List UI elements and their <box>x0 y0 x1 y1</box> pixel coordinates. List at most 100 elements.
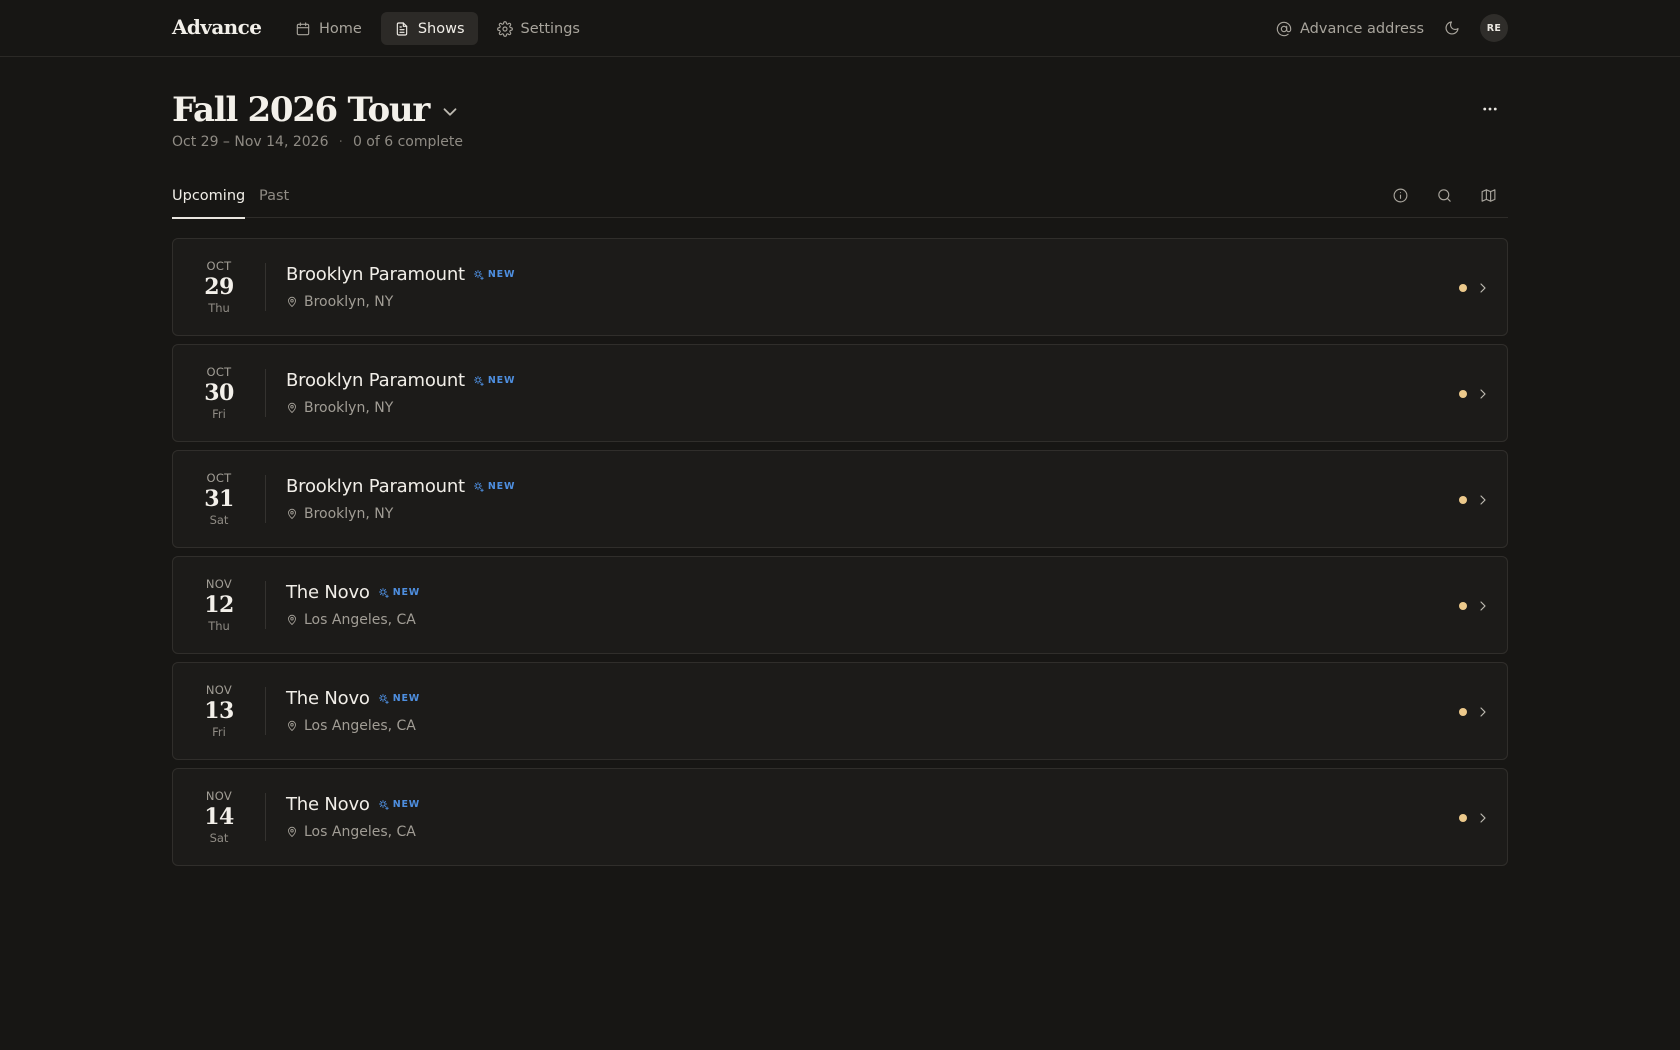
show-month: OCT <box>206 259 232 273</box>
main-nav: Home Shows Settings <box>282 12 593 45</box>
tour-progress: 0 of 6 complete <box>352 134 464 150</box>
show-day: 13 <box>204 698 234 724</box>
new-badge-label: NEW <box>487 481 516 492</box>
divider <box>265 687 266 735</box>
top-bar: Advance Home Shows Settings Advance addr… <box>0 0 1680 57</box>
new-badge: NEW <box>378 587 420 599</box>
nav-item-label: Home <box>319 20 362 37</box>
theme-toggle-button[interactable] <box>1440 16 1464 40</box>
chevron-right-icon <box>1475 598 1491 614</box>
venue-row: Brooklyn Paramount NEW <box>286 476 515 497</box>
venue-location: Brooklyn, NY <box>286 400 393 416</box>
new-badge-label: NEW <box>392 587 421 598</box>
tab-upcoming[interactable]: Upcoming <box>172 188 246 219</box>
show-weekday: Thu <box>208 619 230 633</box>
location-label: Los Angeles, CA <box>304 612 416 628</box>
status-dot <box>1459 284 1467 292</box>
divider <box>265 793 266 841</box>
map-icon <box>1480 187 1500 204</box>
divider <box>265 369 266 417</box>
show-card[interactable]: OCT 29 Thu Brooklyn Paramount NEW Brookl… <box>172 238 1508 336</box>
nav-item-home[interactable]: Home <box>282 12 375 45</box>
show-date: NOV 14 Sat <box>173 769 265 865</box>
map-pin-icon <box>286 296 298 308</box>
status-dot <box>1459 496 1467 504</box>
show-month: OCT <box>206 365 232 379</box>
nav-item-label: Settings <box>520 20 580 37</box>
moon-icon <box>1444 20 1460 36</box>
search-button[interactable] <box>1436 187 1456 207</box>
tour-subtitle: Oct 29 – Nov 14, 2026 · 0 of 6 complete <box>172 134 463 150</box>
venue-name: Brooklyn Paramount <box>286 476 465 497</box>
venue-name: Brooklyn Paramount <box>286 370 465 391</box>
new-badge-label: NEW <box>392 693 421 704</box>
venue-location: Los Angeles, CA <box>286 718 416 734</box>
sparkle-icon <box>378 693 390 705</box>
divider <box>265 263 266 311</box>
show-card[interactable]: NOV 14 Sat The Novo NEW Los Angeles, CA <box>172 768 1508 866</box>
tour-switcher-button[interactable] <box>439 101 461 123</box>
venue-row: Brooklyn Paramount NEW <box>286 370 515 391</box>
separator: · <box>338 134 343 150</box>
tour-header: Fall 2026 Tour <box>172 88 461 132</box>
venue-location: Los Angeles, CA <box>286 612 416 628</box>
venue-row: Brooklyn Paramount NEW <box>286 264 515 285</box>
location-label: Los Angeles, CA <box>304 718 416 734</box>
venue-name: The Novo <box>286 794 370 815</box>
show-day: 12 <box>204 592 234 618</box>
new-badge: NEW <box>473 481 515 493</box>
tab-past[interactable]: Past <box>259 188 289 217</box>
show-month: NOV <box>205 789 233 803</box>
nav-item-settings[interactable]: Settings <box>484 12 593 45</box>
nav-item-shows[interactable]: Shows <box>380 12 478 45</box>
show-date: OCT 31 Sat <box>173 451 265 547</box>
venue-name: The Novo <box>286 582 370 603</box>
map-pin-icon <box>286 720 298 732</box>
brand-logo[interactable]: Advance <box>172 15 262 39</box>
new-badge: NEW <box>378 799 420 811</box>
chevron-right-icon <box>1475 280 1491 296</box>
show-card[interactable]: OCT 31 Sat Brooklyn Paramount NEW Brookl… <box>172 450 1508 548</box>
sparkle-icon <box>378 587 390 599</box>
chevron-right-icon <box>1475 386 1491 402</box>
venue-name: Brooklyn Paramount <box>286 264 465 285</box>
show-card[interactable]: NOV 13 Fri The Novo NEW Los Angeles, CA <box>172 662 1508 760</box>
venue-row: The Novo NEW <box>286 688 420 709</box>
status-dot <box>1459 708 1467 716</box>
advance-address-label: Advance address <box>1300 20 1424 37</box>
status-dot <box>1459 814 1467 822</box>
tabs: Upcoming Past <box>172 176 1508 219</box>
venue-location: Los Angeles, CA <box>286 824 416 840</box>
search-icon <box>1436 187 1456 204</box>
venue-location: Brooklyn, NY <box>286 294 393 310</box>
venue-location: Brooklyn, NY <box>286 506 393 522</box>
show-weekday: Fri <box>212 407 226 421</box>
show-day: 30 <box>204 380 234 406</box>
map-pin-icon <box>286 402 298 414</box>
at-sign-icon <box>1276 21 1292 37</box>
map-pin-icon <box>286 508 298 520</box>
chevron-right-icon <box>1475 492 1491 508</box>
show-day: 14 <box>204 804 234 830</box>
new-badge: NEW <box>473 375 515 387</box>
show-list: OCT 29 Thu Brooklyn Paramount NEW Brookl… <box>172 238 1508 874</box>
show-month: NOV <box>205 577 233 591</box>
venue-row: The Novo NEW <box>286 582 420 603</box>
sparkle-icon <box>473 269 485 281</box>
info-button[interactable] <box>1392 187 1412 207</box>
location-label: Brooklyn, NY <box>304 400 394 416</box>
advance-address-button[interactable]: Advance address <box>1270 12 1430 45</box>
map-button[interactable] <box>1480 187 1500 207</box>
show-card[interactable]: NOV 12 Thu The Novo NEW Los Angeles, CA <box>172 556 1508 654</box>
chevron-right-icon <box>1475 704 1491 720</box>
avatar[interactable]: RE <box>1480 14 1508 42</box>
show-weekday: Sat <box>209 513 229 527</box>
more-options-button[interactable] <box>1476 96 1504 122</box>
chevron-right-icon <box>1475 810 1491 826</box>
info-icon <box>1392 187 1412 204</box>
show-card[interactable]: OCT 30 Fri Brooklyn Paramount NEW Brookl… <box>172 344 1508 442</box>
location-label: Brooklyn, NY <box>304 294 394 310</box>
show-date: NOV 13 Fri <box>173 663 265 759</box>
status-dot <box>1459 602 1467 610</box>
divider <box>265 581 266 629</box>
